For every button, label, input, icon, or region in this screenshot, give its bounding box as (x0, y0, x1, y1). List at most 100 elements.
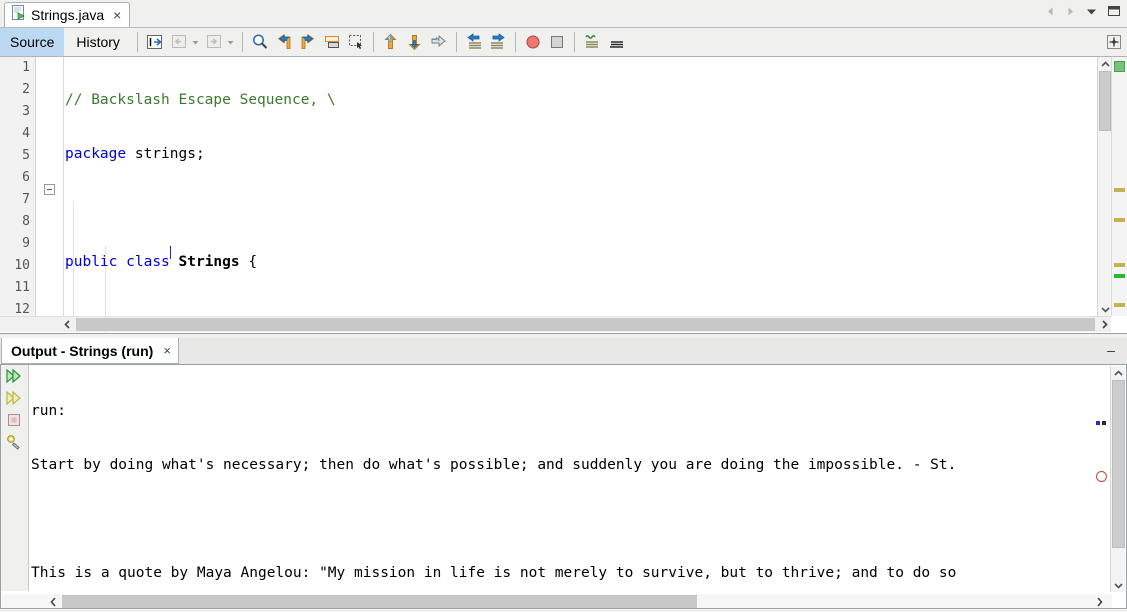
find-next-icon[interactable] (297, 31, 319, 53)
output-body: run: Start by doing what's necessary; th… (0, 364, 1127, 612)
previous-error-icon[interactable] (380, 31, 402, 53)
code-line-2: package strings; (65, 143, 1097, 165)
tab-source[interactable]: Source (0, 28, 65, 56)
file-tab-label: Strings.java (31, 7, 105, 23)
toolbar-separator (514, 32, 516, 52)
caret-down-icon[interactable] (1085, 4, 1098, 22)
file-tab-strings-java[interactable]: Strings.java × (4, 2, 131, 27)
output-line: This is a quote by Maya Angelou: "My mis… (31, 565, 957, 581)
window-bottom-edge (0, 608, 1127, 612)
line-number-gutter: 1 2 3 4 5 6 7 8 9 10 11 12 (0, 57, 36, 317)
toolbar-separator (241, 32, 243, 52)
code-text-area[interactable]: // Backslash Escape Sequence, \ package … (65, 57, 1097, 316)
code-line-1: // Backslash Escape Sequence, \ (65, 89, 1097, 111)
toolbar-separator (372, 32, 374, 52)
fold-toggle-icon[interactable] (44, 184, 55, 195)
code-comment: // Backslash Escape Sequence, \ (65, 92, 336, 108)
editor-annotation-bar[interactable] (1111, 57, 1127, 316)
code-brace: { (248, 254, 258, 270)
find-previous-icon[interactable] (273, 31, 295, 53)
output-text-area[interactable]: run: Start by doing what's necessary; th… (31, 368, 1094, 590)
close-icon[interactable]: × (113, 8, 121, 22)
toggle-bookmark-icon[interactable] (144, 31, 166, 53)
output-side-toolbar (1, 365, 29, 591)
line-number: 9 (22, 236, 30, 251)
chevron-left-icon[interactable] (60, 318, 74, 331)
line-number: 2 (22, 82, 30, 97)
annotation-marker (1096, 471, 1107, 482)
find-selection-icon[interactable] (249, 31, 271, 53)
chevron-down-icon (191, 31, 200, 53)
scrollbar-thumb[interactable] (62, 595, 697, 609)
code-keyword: public (65, 254, 118, 270)
output-window: Output - Strings (run) × – run: Start by… (0, 338, 1127, 612)
tab-navigation-controls (1045, 4, 1121, 22)
rerun-icon[interactable] (1, 365, 27, 387)
close-icon[interactable]: × (163, 343, 171, 358)
rerun-alt-icon[interactable] (1, 387, 27, 409)
status-ok-marker (1114, 61, 1125, 72)
toolbar-separator (136, 32, 138, 52)
line-number: 6 (22, 170, 30, 185)
chevron-down-icon (226, 31, 235, 53)
netbeans-window: Strings.java × Source History 1 2 3 4 5 … (0, 0, 1127, 612)
code-keyword: class (126, 254, 170, 270)
editor-horizontal-scrollbar[interactable] (0, 316, 1111, 332)
annotation-marker (1102, 421, 1106, 425)
chevron-up-icon[interactable] (1098, 57, 1112, 71)
toggle-rect-selection-icon[interactable] (321, 31, 343, 53)
output-tab-label: Output - Strings (run) (11, 342, 154, 359)
comment-icon[interactable] (581, 31, 603, 53)
warning-marker (1114, 188, 1125, 192)
output-settings-icon[interactable] (1, 431, 27, 453)
toolbar-separator (455, 32, 457, 52)
maximize-icon[interactable] (1107, 4, 1121, 22)
annotation-marker (1096, 421, 1100, 425)
shift-line-right-icon[interactable] (487, 31, 509, 53)
line-number: 3 (22, 104, 30, 119)
warning-marker (1114, 303, 1125, 307)
stop-icon[interactable] (546, 31, 568, 53)
output-tab[interactable]: Output - Strings (run) × (1, 338, 179, 364)
uncomment-icon[interactable] (605, 31, 627, 53)
code-class-name: Strings (178, 254, 240, 270)
output-line: run: (31, 403, 66, 419)
output-line: Start by doing what's necessary; then do… (31, 457, 957, 473)
line-number: 11 (14, 280, 30, 295)
stop-output-icon[interactable] (1, 409, 27, 431)
scrollbar-thumb[interactable] (1099, 71, 1111, 131)
expand-editor-icon[interactable] (1105, 33, 1123, 51)
chevron-right-icon[interactable] (1097, 318, 1111, 331)
shift-line-left-icon[interactable] (463, 31, 485, 53)
scrollbar-thumb[interactable] (76, 318, 1095, 331)
line-number: 4 (22, 126, 30, 141)
output-vertical-scrollbar[interactable] (1110, 366, 1125, 592)
toggle-breakpoint-icon[interactable] (522, 31, 544, 53)
tab-history[interactable]: History (64, 28, 132, 56)
output-tab-bar: Output - Strings (run) × – (0, 338, 1127, 364)
toggle-highlight-icon[interactable] (345, 31, 367, 53)
previous-bookmark-icon (168, 31, 190, 53)
minimize-icon[interactable]: – (1103, 342, 1119, 358)
scrollbar-thumb[interactable] (1112, 380, 1125, 548)
code-keyword: package (65, 146, 127, 162)
next-bookmark-icon (203, 31, 225, 53)
editor-vertical-scrollbar[interactable] (1097, 57, 1111, 316)
output-annotation-bar[interactable] (1095, 366, 1109, 592)
warning-marker (1114, 218, 1125, 222)
last-edit-icon[interactable] (428, 31, 450, 53)
code-line-4: public class Strings { (65, 251, 1097, 273)
triangle-left-icon[interactable] (1045, 4, 1056, 22)
chevron-left-icon[interactable] (46, 595, 60, 609)
code-identifier: strings; (126, 146, 205, 162)
chevron-down-icon[interactable] (1098, 302, 1112, 316)
next-error-icon[interactable] (404, 31, 426, 53)
chevron-right-icon[interactable] (1092, 595, 1106, 609)
triangle-right-icon[interactable] (1065, 4, 1076, 22)
code-editor[interactable]: 1 2 3 4 5 6 7 8 9 10 11 12 // Backslash … (0, 57, 1127, 334)
line-number: 10 (14, 258, 30, 273)
chevron-up-icon[interactable] (1111, 366, 1126, 380)
chevron-down-icon[interactable] (1111, 578, 1126, 592)
